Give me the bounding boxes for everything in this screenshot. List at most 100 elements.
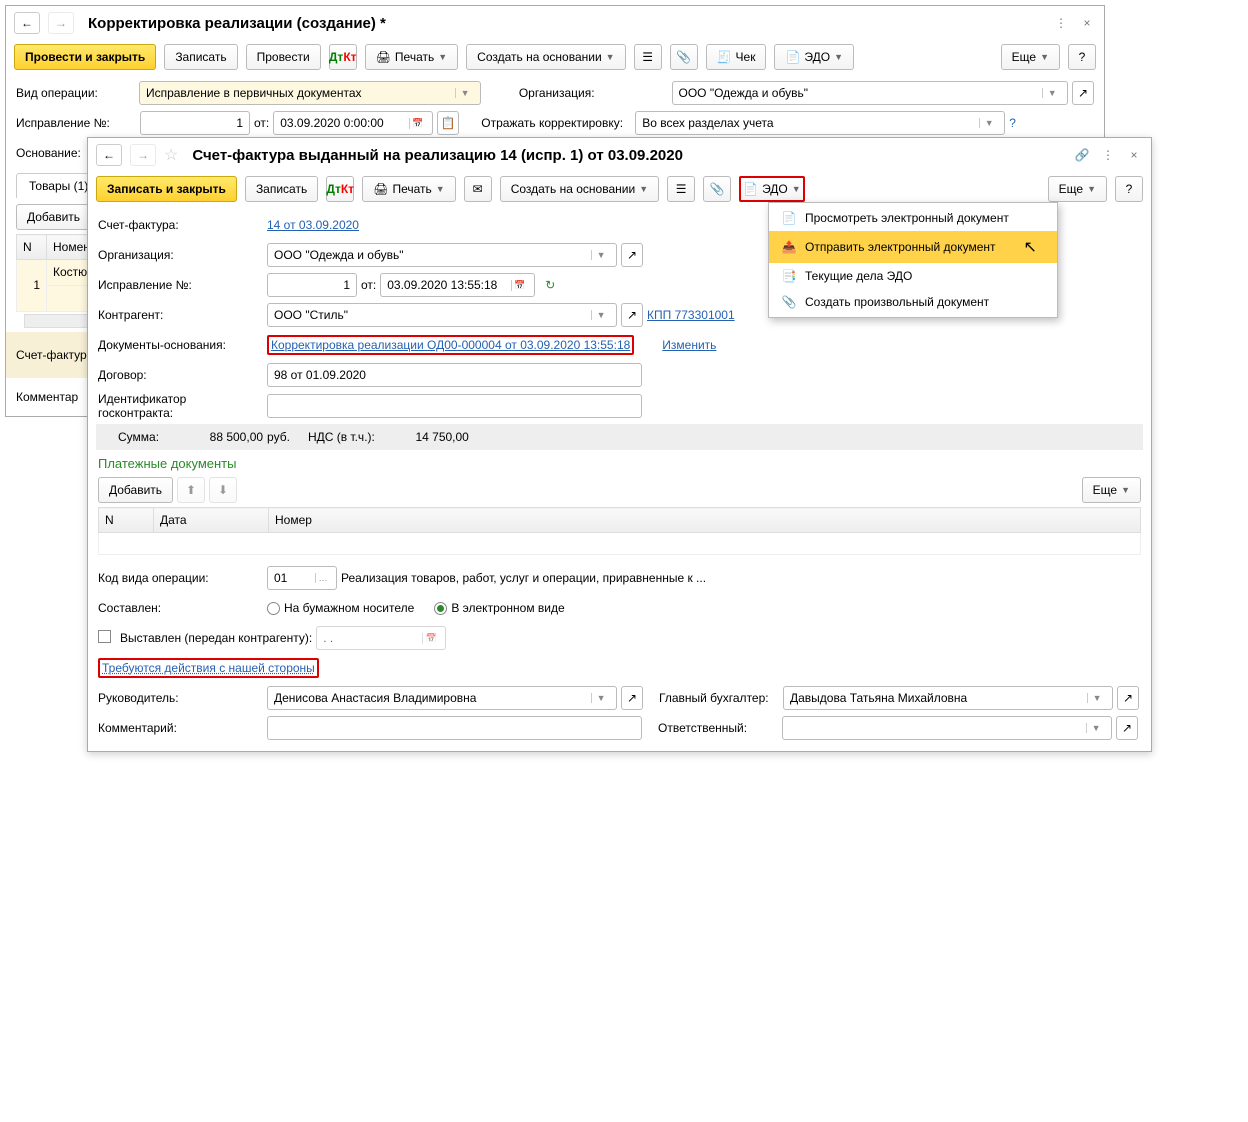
save-and-close-button[interactable]: Записать и закрыть: [96, 176, 237, 202]
kebab-icon[interactable]: ⋮: [1099, 148, 1117, 162]
accountant-field[interactable]: Давыдова Татьяна Михайловна▼: [783, 686, 1113, 710]
gov-id-field[interactable]: [267, 394, 642, 418]
head-field[interactable]: Денисова Анастасия Владимировна▼: [267, 686, 617, 710]
contract-field[interactable]: 98 от 01.09.2020: [267, 363, 642, 387]
send-icon: 📤: [781, 240, 797, 254]
more-button[interactable]: Еще▼: [1048, 176, 1107, 202]
chevron-down-icon[interactable]: ▼: [455, 88, 474, 98]
issued-date-field[interactable]: . .📅: [316, 626, 446, 650]
gov-id-label: Идентификатор госконтракта:: [98, 392, 263, 420]
calendar-icon[interactable]: 📅: [511, 280, 529, 291]
dt-kt-button[interactable]: ДтКт: [329, 44, 357, 70]
payments-more-button[interactable]: Еще▼: [1082, 477, 1141, 503]
open-button[interactable]: ↗: [621, 243, 643, 267]
edo-current-item[interactable]: 📑Текущие дела ЭДО: [769, 263, 1057, 289]
attach-button[interactable]: 📎: [703, 176, 731, 202]
structure-button[interactable]: ☰: [634, 44, 662, 70]
post-and-close-button[interactable]: Провести и закрыть: [14, 44, 156, 70]
move-down-button[interactable]: ⬇: [209, 477, 237, 503]
action-required-link[interactable]: Требуются действия с нашей стороны: [98, 658, 319, 678]
sf-label: Счет-фактура:: [16, 348, 97, 362]
link-icon[interactable]: 🔗: [1073, 148, 1091, 162]
check-button[interactable]: 🧾Чек: [706, 44, 767, 70]
edo-create-custom-item[interactable]: 📎Создать произвольный документ: [769, 289, 1057, 315]
open-button[interactable]: ↗: [621, 303, 643, 327]
paperclip-icon: 📎: [710, 182, 725, 196]
open-button[interactable]: ↗: [621, 686, 643, 710]
close-icon[interactable]: ×: [1078, 16, 1096, 30]
op-type-field[interactable]: Исправление в первичных документах▼: [139, 81, 481, 105]
payments-table: N Дата Номер: [98, 507, 1141, 555]
edo-button[interactable]: 📄ЭДО▼: [774, 44, 854, 70]
org-field[interactable]: ООО "Одежда и обувь"▼: [672, 81, 1069, 105]
help-button[interactable]: ?: [1068, 44, 1096, 70]
table-row[interactable]: [99, 533, 1141, 555]
add-payment-button[interactable]: Добавить: [98, 477, 173, 503]
counterparty-label: Контрагент:: [98, 308, 263, 322]
calendar-icon[interactable]: 📅: [422, 633, 439, 644]
print-button[interactable]: 🖨Печать▼: [362, 176, 455, 202]
nav-forward-button[interactable]: →: [48, 12, 74, 34]
counterparty-field[interactable]: ООО "Стиль"▼: [267, 303, 617, 327]
attach-button[interactable]: 📎: [670, 44, 698, 70]
nav-back-button[interactable]: ←: [96, 144, 122, 166]
accountant-label: Главный бухгалтер:: [659, 691, 779, 705]
org-field[interactable]: ООО "Одежда и обувь"▼: [267, 243, 617, 267]
receipt-icon: 🧾: [717, 50, 732, 64]
toolbar: Провести и закрыть Записать Провести ДтК…: [6, 40, 1104, 74]
kpp-link[interactable]: КПП 773301001: [647, 308, 735, 322]
change-link[interactable]: Изменить: [662, 338, 716, 352]
corr-date-field[interactable]: 03.09.2020 13:55:18📅: [380, 273, 535, 297]
calendar-icon[interactable]: 📅: [409, 118, 427, 129]
envelope-icon: ✉: [473, 182, 483, 196]
op-code-label: Код вида операции:: [98, 571, 263, 585]
add-row-button[interactable]: Добавить: [16, 204, 91, 230]
corr-num-field[interactable]: 1: [267, 273, 357, 297]
dt-kt-button[interactable]: ДтКт: [326, 176, 354, 202]
calendar-open-button[interactable]: 📋: [437, 111, 459, 135]
corr-num-field[interactable]: 1: [140, 111, 250, 135]
basis-doc-link[interactable]: Корректировка реализации ОД00-000004 от …: [267, 335, 634, 355]
issued-label: Выставлен (передан контрагенту):: [120, 631, 312, 645]
create-based-button[interactable]: Создать на основании▼: [466, 44, 625, 70]
responsible-field[interactable]: ▼: [782, 716, 1112, 740]
open-button[interactable]: ↗: [1072, 81, 1094, 105]
move-up-button[interactable]: ⬆: [177, 477, 205, 503]
paperclip-icon: 📎: [676, 50, 691, 64]
print-button[interactable]: 🖨Печать▼: [365, 44, 458, 70]
create-based-button[interactable]: Создать на основании▼: [500, 176, 659, 202]
comment-field[interactable]: [267, 716, 642, 740]
structure-button[interactable]: ☰: [667, 176, 695, 202]
mail-button[interactable]: ✉: [464, 176, 492, 202]
paperclip-icon: 📎: [781, 295, 797, 309]
open-button[interactable]: ↗: [1116, 716, 1138, 740]
edo-send-item[interactable]: 📤Отправить электронный документ↖: [769, 231, 1057, 263]
nav-forward-button[interactable]: →: [130, 144, 156, 166]
responsible-label: Ответственный:: [658, 721, 778, 735]
help-link[interactable]: ?: [1009, 116, 1016, 130]
toolbar: Записать и закрыть Записать ДтКт 🖨Печать…: [88, 172, 1151, 206]
save-button[interactable]: Записать: [245, 176, 318, 202]
help-button[interactable]: ?: [1115, 176, 1143, 202]
radio-paper[interactable]: На бумажном носителе: [267, 601, 414, 615]
invoice-window: ← → ☆ Счет-фактура выданный на реализаци…: [87, 137, 1152, 752]
star-icon[interactable]: ☆: [164, 145, 178, 165]
edo-button[interactable]: 📄ЭДО▼: [739, 176, 805, 202]
doc-icon: 📄: [781, 211, 797, 225]
nav-back-button[interactable]: ←: [14, 12, 40, 34]
save-button[interactable]: Записать: [164, 44, 237, 70]
op-code-field[interactable]: 01…: [267, 566, 337, 590]
issued-checkbox[interactable]: [98, 630, 116, 646]
edo-dropdown: 📄Просмотреть электронный документ 📤Отпра…: [768, 202, 1058, 318]
radio-electronic[interactable]: В электронном виде: [434, 601, 564, 615]
refresh-button[interactable]: ↻: [539, 273, 561, 297]
open-button[interactable]: ↗: [1117, 686, 1139, 710]
kebab-icon[interactable]: ⋮: [1052, 16, 1070, 30]
more-button[interactable]: Еще▼: [1001, 44, 1060, 70]
edo-view-item[interactable]: 📄Просмотреть электронный документ: [769, 205, 1057, 231]
post-button[interactable]: Провести: [246, 44, 321, 70]
close-icon[interactable]: ×: [1125, 148, 1143, 162]
corr-date-field[interactable]: 03.09.2020 0:00:00📅: [273, 111, 433, 135]
sf-link[interactable]: 14 от 03.09.2020: [267, 218, 359, 232]
reflect-field[interactable]: Во всех разделах учета▼: [635, 111, 1005, 135]
